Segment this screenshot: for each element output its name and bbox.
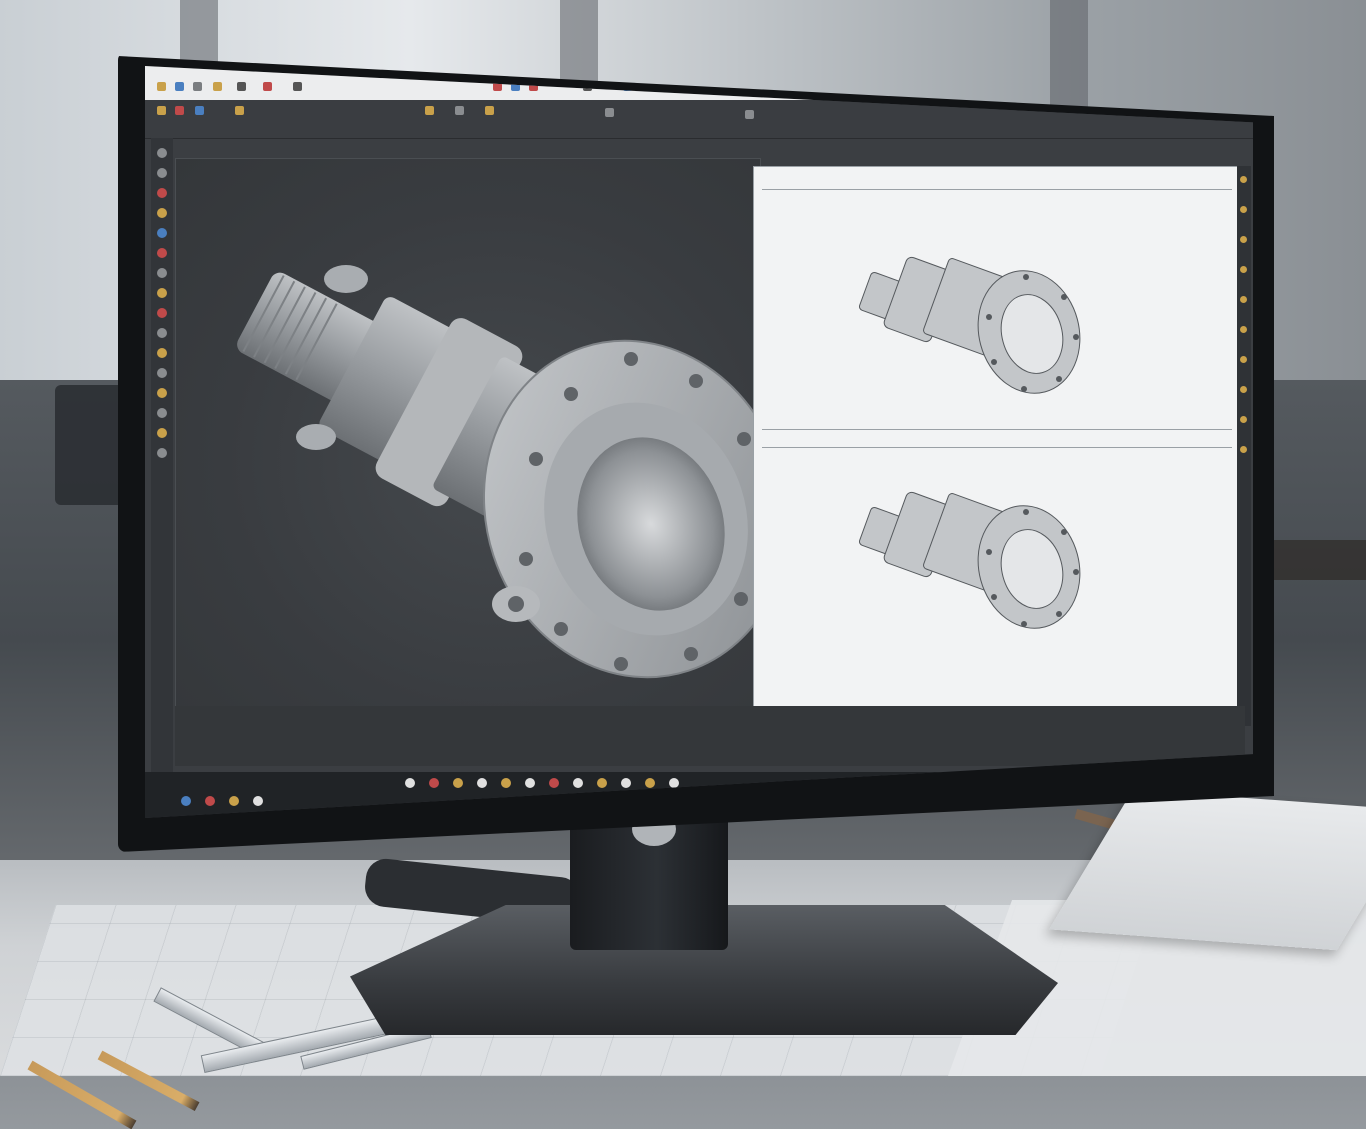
taskbar-icon[interactable] <box>181 796 191 806</box>
taskbar-icon[interactable] <box>429 778 439 788</box>
tool-icon[interactable] <box>157 208 167 218</box>
toolbar-icon[interactable] <box>175 82 184 91</box>
ribbon-icon[interactable] <box>157 106 166 115</box>
drawing-sheet-panel[interactable] <box>753 166 1243 708</box>
divider <box>762 189 1232 190</box>
taskbar-icon[interactable] <box>645 778 655 788</box>
taskbar-icon[interactable] <box>405 778 415 788</box>
drawing-view-bottom <box>858 491 1081 629</box>
tool-icon[interactable] <box>157 428 167 438</box>
3d-viewport[interactable] <box>175 158 790 708</box>
tool-icon[interactable] <box>157 268 167 278</box>
ribbon-icon[interactable] <box>605 108 614 117</box>
monitor-screen <box>145 66 1253 818</box>
tool-icon[interactable] <box>157 188 167 198</box>
tool-icon[interactable] <box>157 388 167 398</box>
toolbar-icon[interactable] <box>237 82 246 91</box>
ribbon-icon[interactable] <box>235 106 244 115</box>
divider <box>762 429 1232 430</box>
tool-icon[interactable] <box>157 408 167 418</box>
ribbon-icon[interactable] <box>425 106 434 115</box>
taskbar-icon[interactable] <box>573 778 583 788</box>
tool-icon[interactable] <box>157 228 167 238</box>
tool-icon[interactable] <box>1240 176 1247 183</box>
taskbar-icon[interactable] <box>621 778 631 788</box>
ribbon-icon[interactable] <box>455 106 464 115</box>
taskbar-icon[interactable] <box>597 778 607 788</box>
taskbar-icon[interactable] <box>453 778 463 788</box>
toolbar-icon[interactable] <box>213 82 222 91</box>
tool-icon[interactable] <box>1240 236 1247 243</box>
tool-icon[interactable] <box>157 288 167 298</box>
right-tool-rail <box>1237 166 1251 726</box>
tool-icon[interactable] <box>157 328 167 338</box>
tool-icon[interactable] <box>1240 326 1247 333</box>
tool-icon[interactable] <box>157 148 167 158</box>
ribbon-icon[interactable] <box>195 106 204 115</box>
tool-icon[interactable] <box>1240 356 1247 363</box>
left-tool-rail <box>151 138 173 778</box>
drawing-view-top <box>858 256 1081 394</box>
ribbon-icon[interactable] <box>485 106 494 115</box>
taskbar-icon[interactable] <box>669 778 679 788</box>
toolbar-icon[interactable] <box>293 82 302 91</box>
toolbar-icon[interactable] <box>193 82 202 91</box>
taskbar-icon[interactable] <box>205 796 215 806</box>
tool-icon[interactable] <box>1240 296 1247 303</box>
ribbon-icon[interactable] <box>745 110 754 119</box>
taskbar-icon[interactable] <box>501 778 511 788</box>
toolbar-icon[interactable] <box>157 82 166 91</box>
tool-icon[interactable] <box>157 248 167 258</box>
tool-icon[interactable] <box>1240 386 1247 393</box>
tool-icon[interactable] <box>1240 266 1247 273</box>
tool-icon[interactable] <box>157 168 167 178</box>
tool-icon[interactable] <box>1240 446 1247 453</box>
3d-part-model <box>237 265 790 679</box>
taskbar-icon[interactable] <box>549 778 559 788</box>
bottom-panel <box>175 706 1245 766</box>
ribbon-icon[interactable] <box>175 106 184 115</box>
tool-icon[interactable] <box>157 368 167 378</box>
tool-icon[interactable] <box>1240 416 1247 423</box>
taskbar-icon[interactable] <box>477 778 487 788</box>
taskbar-icon[interactable] <box>229 796 239 806</box>
divider <box>762 447 1232 448</box>
tool-icon[interactable] <box>157 308 167 318</box>
tool-icon[interactable] <box>157 348 167 358</box>
tool-icon[interactable] <box>157 448 167 458</box>
taskbar-icon[interactable] <box>253 796 263 806</box>
toolbar-icon[interactable] <box>263 82 272 91</box>
tool-icon[interactable] <box>1240 206 1247 213</box>
taskbar-icon[interactable] <box>525 778 535 788</box>
